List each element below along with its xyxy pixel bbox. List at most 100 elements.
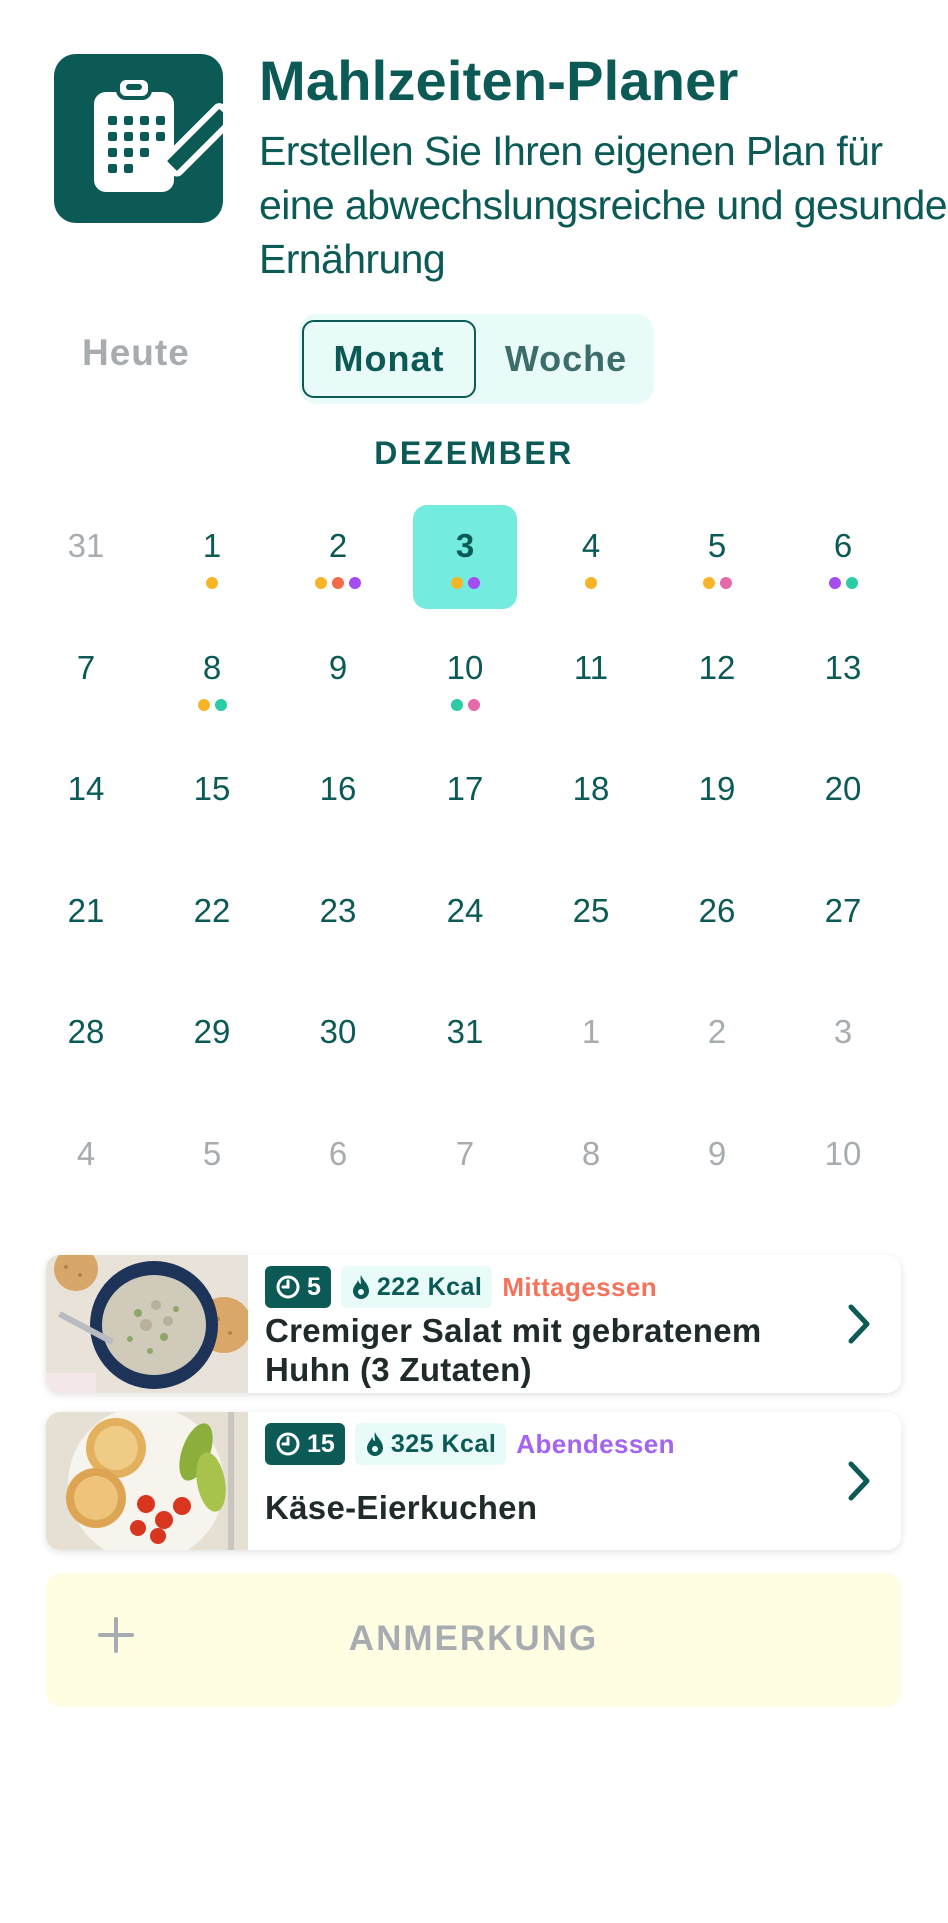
calendar-day-number: 24 <box>446 892 484 929</box>
calendar-day-number: 16 <box>319 770 357 807</box>
prep-time-value: 5 <box>307 1272 321 1301</box>
calendar-day-number: 3 <box>455 527 475 564</box>
calendar-day-number: 5 <box>202 1135 222 1172</box>
calendar-day[interactable]: 17 <box>413 748 517 852</box>
calendar-day-number: 2 <box>707 1013 727 1050</box>
cheese-pancakes-image <box>46 1412 248 1550</box>
add-note-button[interactable]: ANMERKUNG <box>46 1573 901 1707</box>
calendar-day[interactable]: 12 <box>665 627 769 731</box>
calendar-day[interactable]: 4 <box>539 505 643 609</box>
calendar-day[interactable]: 29 <box>160 991 264 1095</box>
calendar-day[interactable]: 31 <box>34 505 138 609</box>
calendar-day[interactable]: 1 <box>160 505 264 609</box>
calendar-day[interactable]: 6 <box>286 1113 390 1217</box>
meal-indicator-dots <box>160 699 264 711</box>
meal-indicator-dots <box>413 577 517 589</box>
meal-indicator-dot <box>197 699 210 711</box>
meal-indicator-dot <box>450 577 463 589</box>
calendar-day-number: 9 <box>328 649 348 686</box>
chevron-right-icon[interactable] <box>839 1456 879 1506</box>
calendar-day[interactable]: 30 <box>286 991 390 1095</box>
timer-icon <box>276 1432 300 1456</box>
calendar-day-number: 2 <box>328 527 348 564</box>
calendar-day-number: 9 <box>707 1135 727 1172</box>
calories-badge: 325 Kcal <box>354 1423 507 1465</box>
calendar-day-number: 3 <box>833 1013 853 1050</box>
calendar-day[interactable]: 25 <box>539 870 643 974</box>
calendar-day[interactable]: 14 <box>34 748 138 852</box>
calendar-day[interactable]: 20 <box>791 748 895 852</box>
tab-month[interactable]: Monat <box>302 320 476 398</box>
calendar-day-number: 6 <box>833 527 853 564</box>
meal-type-label: Abendessen <box>516 1428 675 1459</box>
calendar-day[interactable]: 27 <box>791 870 895 974</box>
calendar-day[interactable]: 22 <box>160 870 264 974</box>
calendar-day[interactable]: 11 <box>539 627 643 731</box>
calendar-day[interactable]: 9 <box>665 1113 769 1217</box>
meal-indicator-dot <box>467 577 480 589</box>
meal-indicator-dot <box>702 577 715 589</box>
clipboard-calendar-icon <box>54 54 223 223</box>
calendar-day-number: 20 <box>824 770 862 807</box>
calendar-day[interactable]: 7 <box>34 627 138 731</box>
prep-time-badge: 5 <box>265 1266 331 1308</box>
calendar-day[interactable]: 24 <box>413 870 517 974</box>
calendar-day[interactable]: 9 <box>286 627 390 731</box>
calories-value: 222 Kcal <box>376 1272 483 1301</box>
meal-indicator-dots <box>665 577 769 589</box>
meal-indicator-dot <box>214 699 227 711</box>
calendar-day[interactable]: 13 <box>791 627 895 731</box>
calendar-day-number: 4 <box>581 527 601 564</box>
calendar-day-number: 1 <box>202 527 222 564</box>
calendar-day[interactable]: 10 <box>791 1113 895 1217</box>
calendar-day[interactable]: 15 <box>160 748 264 852</box>
calendar-day-number: 23 <box>319 892 357 929</box>
calendar-day-number: 7 <box>455 1135 475 1172</box>
calendar-day-number: 31 <box>446 1013 484 1050</box>
note-label: ANMERKUNG <box>348 1619 599 1658</box>
calendar-day[interactable]: 10 <box>413 627 517 731</box>
calendar-day[interactable]: 6 <box>791 505 895 609</box>
calendar-day[interactable]: 5 <box>160 1113 264 1217</box>
meal-card[interactable]: 15 325 Kcal Abendessen Käse-Eierkuchen <box>46 1412 901 1550</box>
view-switcher: Heute Monat Woche <box>0 312 948 408</box>
calendar-day-number: 10 <box>824 1135 862 1172</box>
calendar-day-number: 11 <box>573 649 609 686</box>
chevron-right-icon[interactable] <box>839 1299 879 1349</box>
calendar-day[interactable]: 7 <box>413 1113 517 1217</box>
calendar-day[interactable]: 1 <box>539 991 643 1095</box>
page-title: Mahlzeiten-Planer <box>259 49 739 112</box>
prep-time-value: 15 <box>307 1429 335 1458</box>
calendar-day[interactable]: 2 <box>665 991 769 1095</box>
calendar-day-number: 7 <box>76 649 96 686</box>
meal-name: Cremiger Salat mit gebratenem Huhn (3 Zu… <box>265 1312 762 1388</box>
calendar-day[interactable]: 31 <box>413 991 517 1095</box>
calendar-day[interactable]: 19 <box>665 748 769 852</box>
calendar-day-selected[interactable]: 3 <box>413 505 517 609</box>
meal-indicator-dot <box>349 577 361 589</box>
calendar-day-number: 26 <box>698 892 736 929</box>
timer-icon <box>276 1275 300 1299</box>
calendar-day[interactable]: 4 <box>34 1113 138 1217</box>
calendar-day-number: 5 <box>707 527 727 564</box>
meal-indicator-dot <box>315 577 327 589</box>
meal-card[interactable]: 5 222 Kcal Mittagessen Cremiger Salat mi… <box>46 1255 901 1393</box>
calendar-day[interactable]: 18 <box>539 748 643 852</box>
calendar-day[interactable]: 21 <box>34 870 138 974</box>
calendar-day-number: 12 <box>698 649 736 686</box>
calendar-day[interactable]: 23 <box>286 870 390 974</box>
calendar-day-number: 6 <box>328 1135 348 1172</box>
calendar-day[interactable]: 28 <box>34 991 138 1095</box>
tab-week[interactable]: Woche <box>481 314 651 404</box>
calendar-day[interactable]: 3 <box>791 991 895 1095</box>
calendar-day[interactable]: 16 <box>286 748 390 852</box>
calendar-day[interactable]: 8 <box>539 1113 643 1217</box>
calendar-day[interactable]: 2 <box>286 505 390 609</box>
calendar-day[interactable]: 5 <box>665 505 769 609</box>
meal-indicator-dot <box>845 577 858 589</box>
calendar-day-number: 31 <box>67 527 105 564</box>
calendar-day[interactable]: 26 <box>665 870 769 974</box>
today-button[interactable]: Heute <box>82 332 190 374</box>
segmented-control: Monat Woche <box>299 314 654 404</box>
calendar-day[interactable]: 8 <box>160 627 264 731</box>
